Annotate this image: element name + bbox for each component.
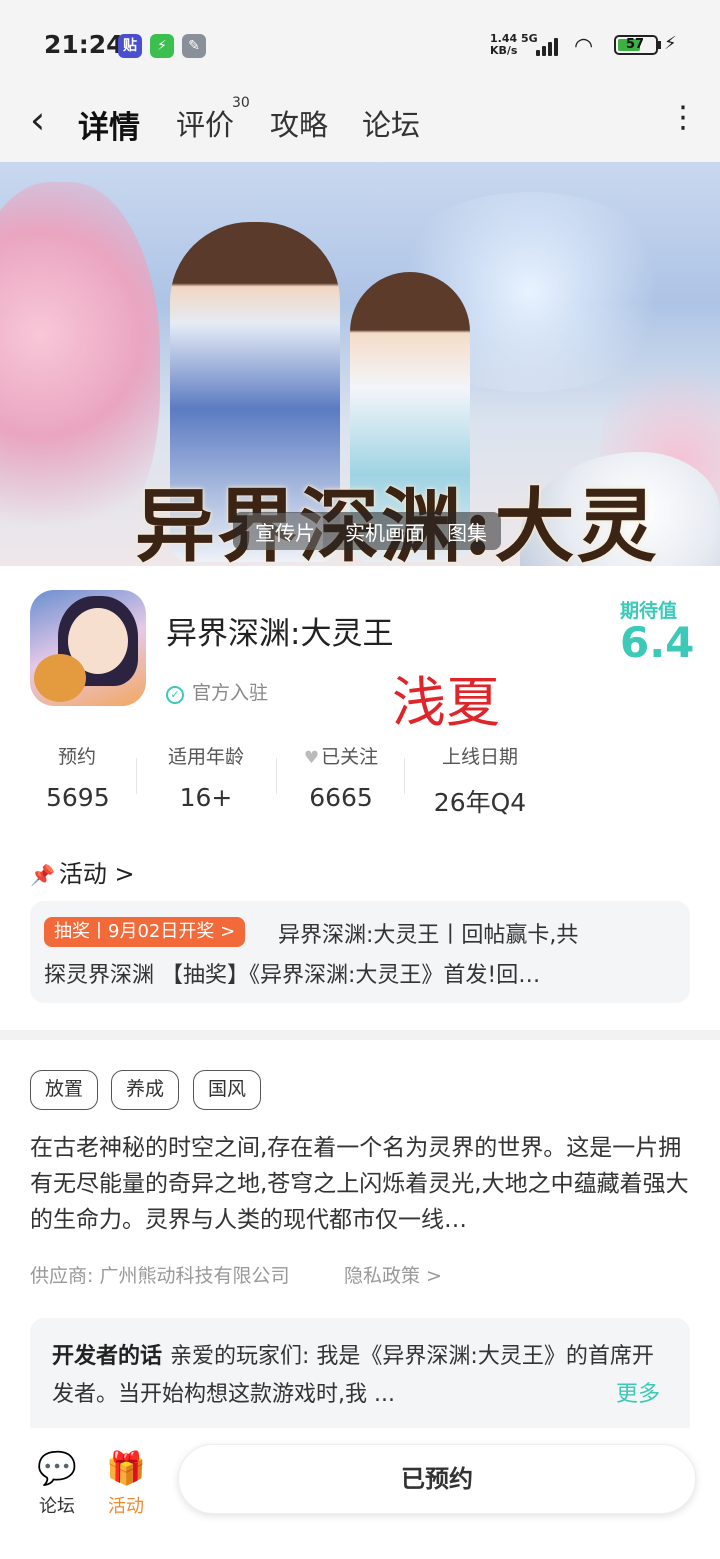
stat-followers: ♥ 已关注 6665 (296, 742, 386, 812)
tab-forum[interactable]: 论坛 (362, 102, 420, 144)
developer-note-text: 开发者的话 亲爱的玩家们: 我是《异界深渊:大灵王》的首席开发者。当开始构想这款游… (52, 1338, 672, 1414)
forum-button[interactable]: 💬 论坛 (29, 1448, 85, 1518)
more-link[interactable]: 更多 (616, 1376, 660, 1408)
developer-note[interactable]: 开发者的话 亲爱的玩家们: 我是《异界深渊:大灵王》的首席开发者。当开始构想这款游… (30, 1318, 690, 1438)
wrench-icon: ✎ (182, 34, 206, 58)
status-bar: 21:24 贴 ⚡ ✎ 1.44 5G KB/s ◠ 57 ⚡ (0, 0, 720, 90)
stat-label: 已关注 (321, 746, 379, 768)
stat-release-date: 上线日期 26年Q4 (428, 742, 532, 819)
app-name: 异界深渊:大灵王 (166, 616, 394, 652)
privacy-policy-link[interactable]: 隐私政策 > (344, 1261, 442, 1288)
tab-reviews[interactable]: 评价 (176, 102, 234, 144)
stat-label: 上线日期 (441, 746, 518, 768)
bottom-bar: 💬 论坛 🎁 活动 已预约 (0, 1428, 720, 1559)
top-nav: ‹ 详情 评价 30 攻略 论坛 ⋮ (0, 90, 720, 162)
media-tabs: 宣传片 实机画面 图集 (233, 512, 501, 550)
vendor-info: 供应商: 广州熊动科技有限公司 (30, 1261, 289, 1288)
activity-text-line1: 异界深渊:大灵王丨回帖赢卡,共 (278, 923, 579, 948)
stat-reservations: 预约 5695 (46, 742, 110, 812)
more-menu-icon[interactable]: ⋮ (668, 100, 698, 135)
battery-level: 57 (626, 37, 645, 52)
media-tab-trailer[interactable]: 宣传片 (247, 512, 323, 550)
developer-note-heading: 开发者的话 (52, 1344, 163, 1369)
charging-icon: ⚡ (664, 33, 677, 54)
stat-value: 26年Q4 (433, 788, 527, 817)
battery-icon: 57 (614, 35, 658, 55)
stat-value: 5695 (46, 783, 110, 812)
app-icon (30, 590, 146, 706)
tag-cultivation[interactable]: 养成 (111, 1070, 180, 1110)
lottery-badge[interactable]: 抽奖丨9月02日开奖 > (44, 917, 246, 947)
reviews-count: 30 (232, 95, 250, 111)
official-badge: ✓ 官方入驻 (166, 678, 268, 705)
vendor-label: 供应商: (30, 1265, 94, 1287)
stat-label: 预约 (57, 746, 96, 768)
stat-value: 16+ (179, 783, 233, 812)
expect-score: 6.4 (620, 618, 695, 667)
watermark-text: 浅夏 (392, 671, 500, 734)
status-time: 21:24 (44, 30, 124, 59)
heart-icon: ♥ (303, 748, 320, 768)
stat-divider (404, 758, 405, 794)
stat-label-wrap: ♥ 已关注 (296, 742, 386, 769)
network-type: 5G (520, 32, 538, 45)
activity-card[interactable]: 抽奖丨9月02日开奖 > 异界深渊:大灵王丨回帖赢卡,共 探灵界深渊 【抽奖】《… (30, 901, 690, 1003)
activity-label: 活动 (108, 1496, 144, 1517)
stat-age-rating: 适用年龄 16+ (160, 742, 252, 812)
back-arrow-icon[interactable]: ‹ (30, 100, 45, 140)
battery-tip (658, 41, 661, 49)
wifi-icon: ◠ (574, 34, 594, 59)
stat-divider (276, 758, 277, 794)
media-tab-gameplay[interactable]: 实机画面 (345, 517, 425, 546)
chat-bubble-icon: 💬 (37, 1449, 77, 1487)
tab-guides[interactable]: 攻略 (270, 102, 328, 144)
forum-label: 论坛 (39, 1496, 75, 1517)
tab-details[interactable]: 详情 (78, 102, 140, 147)
activity-text-line2: 探灵界深渊 【抽奖】《异界深渊:大灵王》首发!回… (44, 963, 541, 988)
pin-icon: 📌 (30, 863, 55, 887)
tag-chinese-style[interactable]: 国风 (193, 1070, 262, 1110)
media-tab-gallery[interactable]: 图集 (447, 517, 487, 546)
official-label: 官方入驻 (192, 682, 269, 704)
activity-button[interactable]: 🎁 活动 (98, 1448, 154, 1518)
reserved-button[interactable]: 已预约 (178, 1444, 696, 1514)
net-speed-unit: KB/s (490, 44, 518, 57)
tag-idle[interactable]: 放置 (30, 1070, 99, 1110)
vendor-name: 广州熊动科技有限公司 (99, 1265, 290, 1287)
section-divider (0, 1030, 720, 1040)
tieba-app-icon: 贴 (118, 34, 142, 58)
app-icon-tiger (34, 654, 86, 702)
game-description[interactable]: 在古老神秘的时空之间,存在着一个名为灵界的世界。这是一片拥有无尽能量的奇异之地,… (30, 1130, 692, 1238)
activity-heading-label: 活动 > (58, 860, 135, 888)
battery-saver-icon: ⚡ (150, 34, 174, 58)
gift-icon: 🎁 (106, 1449, 146, 1487)
stat-label: 适用年龄 (167, 746, 244, 768)
check-circle-icon: ✓ (166, 686, 184, 704)
activity-heading[interactable]: 📌 活动 > (30, 854, 135, 889)
network-speed: 1.44 5G KB/s (490, 33, 538, 57)
stat-divider (136, 758, 137, 794)
stat-value: 6665 (309, 783, 373, 812)
game-banner[interactable]: 异界深渊:大灵王 宣传片 实机画面 图集 (0, 162, 720, 566)
